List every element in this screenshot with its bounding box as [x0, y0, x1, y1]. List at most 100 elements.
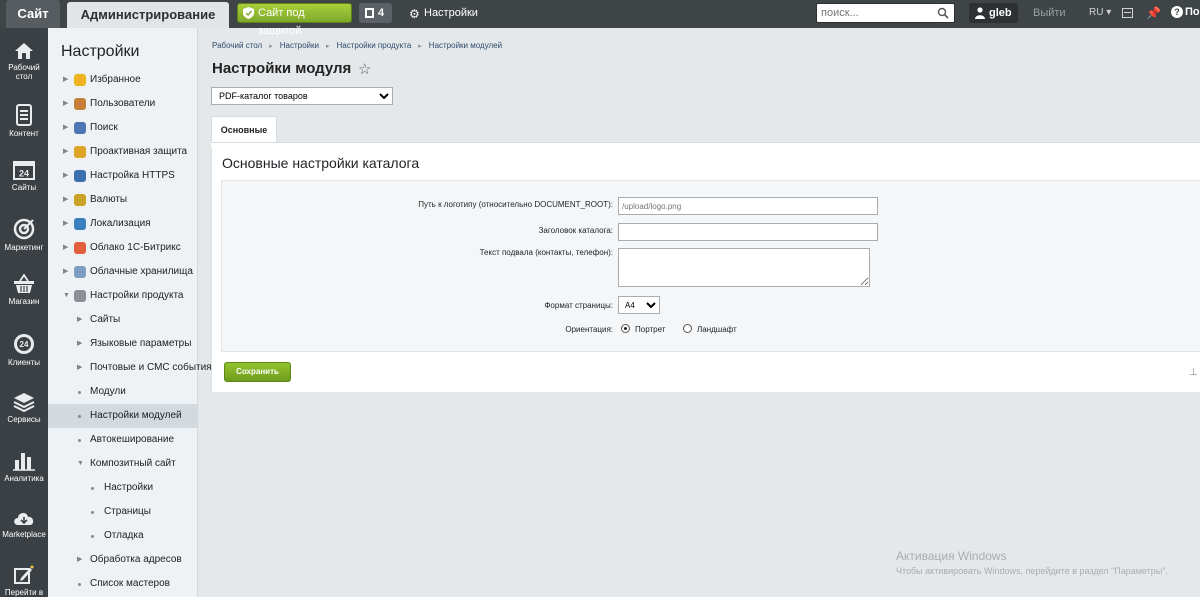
chevron-right-icon[interactable]: ▶	[63, 212, 68, 236]
page-format-select[interactable]: A4	[618, 296, 660, 314]
breadcrumb-item[interactable]: Рабочий стол	[212, 41, 262, 50]
footer-text-input[interactable]	[618, 248, 870, 287]
menu-item[interactable]: ▶ Поиск	[48, 116, 197, 140]
menu-item[interactable]: ▶ Проактивная защита	[48, 140, 197, 164]
rail-item-shop[interactable]: Магазин	[0, 274, 48, 306]
users-icon	[74, 98, 86, 110]
language-selector[interactable]: RU ▾	[1089, 7, 1111, 18]
home-icon	[15, 43, 33, 59]
menu-item[interactable]: ▶ Избранное	[48, 68, 197, 92]
menu-item-label: Валюты	[90, 194, 128, 205]
breadcrumb-item[interactable]: Настройки продукта	[336, 41, 411, 50]
breadcrumb-item[interactable]: Настройки	[280, 41, 319, 50]
shield-icon	[243, 7, 254, 19]
menu-item[interactable]: ▶ Пользователи	[48, 92, 197, 116]
menu-item[interactable]: Страницы	[48, 500, 197, 524]
tab-main[interactable]: Основные	[211, 116, 277, 143]
menu-item-label: Поиск	[90, 122, 118, 133]
rail-item-sites[interactable]: 24 Сайты	[0, 160, 48, 192]
menu-item[interactable]: Модули	[48, 380, 197, 404]
settings-link[interactable]: ⚙ Настройки	[409, 5, 478, 21]
menu-item[interactable]: ▶ Локализация	[48, 212, 197, 236]
chevron-right-icon[interactable]: ▶	[63, 188, 68, 212]
menu-item[interactable]: ▶ Сайты	[48, 308, 197, 332]
chevron-right-icon[interactable]: ▶	[77, 356, 82, 380]
menu-item[interactable]: ▼ Настройки продукта	[48, 284, 197, 308]
breadcrumb-item[interactable]: Настройки модулей	[429, 41, 502, 50]
notifications-button[interactable]: 4	[359, 3, 392, 23]
save-button[interactable]: Сохранить	[224, 362, 291, 382]
site-tab[interactable]: Сайт	[6, 0, 60, 28]
windows-activation-text: Чтобы активировать Windows, перейдите в …	[896, 566, 1168, 576]
rail-item-goto[interactable]: Перейти в	[0, 565, 48, 597]
chevron-down-icon[interactable]: ▼	[77, 452, 84, 476]
chevron-right-icon[interactable]: ▶	[63, 92, 68, 116]
rail-item-marketplace[interactable]: Marketplace	[0, 509, 48, 539]
menu-item[interactable]: Настройки модулей	[48, 404, 197, 428]
search-input[interactable]	[817, 4, 932, 22]
menu-item[interactable]: ▶ Валюты	[48, 188, 197, 212]
admin-tab[interactable]: Администрирование	[67, 2, 229, 28]
menu-item[interactable]: Автокеширование	[48, 428, 197, 452]
logout-link[interactable]: Выйти	[1033, 7, 1066, 19]
chart-icon	[13, 453, 35, 471]
rail-item-desktop[interactable]: Рабочий стол	[0, 42, 48, 81]
chevron-right-icon[interactable]: ▶	[63, 116, 68, 140]
menu-item-label: Почтовые и СМС события	[90, 362, 212, 373]
pin-icon[interactable]: ⊥	[1189, 367, 1198, 378]
chevron-down-icon[interactable]: ▼	[63, 284, 70, 308]
bullet-icon	[91, 487, 94, 490]
catalog-title-input[interactable]	[618, 223, 878, 241]
rail-item-clients[interactable]: 24 Клиенты	[0, 333, 48, 367]
user-button[interactable]: gleb	[969, 3, 1018, 23]
menu-item[interactable]: Отладка	[48, 524, 197, 548]
module-select[interactable]: PDF-каталог товаров	[211, 87, 393, 105]
menu-item[interactable]: Список мастеров	[48, 572, 197, 596]
cloud-icon	[14, 512, 34, 525]
rail-item-marketing[interactable]: Маркетинг	[0, 218, 48, 252]
menu-item[interactable]: ▶ Обработка адресов	[48, 548, 197, 572]
menu-item-label: Облачные хранилища	[90, 266, 193, 277]
logo-path-input[interactable]	[618, 197, 878, 215]
orientation-landscape-label[interactable]: Ландшафт	[697, 325, 737, 334]
rail-item-services[interactable]: Сервисы	[0, 392, 48, 424]
chevron-right-icon[interactable]: ▶	[77, 332, 82, 356]
target-icon	[13, 218, 35, 240]
orientation-portrait-label[interactable]: Портрет	[635, 325, 665, 334]
orientation-portrait-radio[interactable]	[621, 324, 630, 333]
favorite-star-icon[interactable]: ☆	[358, 60, 371, 78]
pin-icon[interactable]: 📌	[1146, 6, 1161, 20]
chevron-right-icon[interactable]: ▶	[63, 68, 68, 92]
chevron-right-icon[interactable]: ▶	[63, 236, 68, 260]
breadcrumb-separator-icon: ▸	[325, 43, 330, 50]
clients-number: 24	[20, 340, 29, 349]
menu-item[interactable]: ▼ Композитный сайт	[48, 452, 197, 476]
menu-item-label: Проактивная защита	[90, 146, 188, 157]
globe-icon	[74, 218, 86, 230]
menu-item[interactable]: Настройки	[48, 476, 197, 500]
site-protected-button[interactable]: Сайт под защитой	[237, 3, 352, 37]
help-button[interactable]: ?Пом	[1171, 6, 1200, 18]
rail-item-content[interactable]: Контент	[0, 104, 48, 138]
search-icon	[74, 122, 86, 134]
menu-item-label: Список мастеров	[90, 578, 170, 589]
rail-item-analytics[interactable]: Аналитика	[0, 451, 48, 483]
chevron-right-icon[interactable]: ▶	[77, 308, 82, 332]
menu-item[interactable]: ▶ Облачные хранилища	[48, 260, 197, 284]
chevron-right-icon[interactable]: ▶	[63, 260, 68, 284]
orientation-landscape-radio[interactable]	[683, 324, 692, 333]
menu-item-label: Пользователи	[90, 98, 156, 109]
rail-label: Аналитика	[4, 474, 44, 483]
layers-icon	[13, 393, 35, 412]
menu-item[interactable]: ▶ Настройка HTTPS	[48, 164, 197, 188]
menu-item[interactable]: ▶ Языковые параметры	[48, 332, 197, 356]
breadcrumb: Рабочий стол ▸ Настройки ▸ Настройки продукт…	[212, 41, 502, 50]
chevron-right-icon[interactable]: ▶	[77, 548, 82, 572]
menu-item[interactable]: ▶ Облако 1С-Битрикс	[48, 236, 197, 260]
chevron-right-icon[interactable]: ▶	[63, 140, 68, 164]
panel-toggle-icon[interactable]	[1122, 8, 1133, 18]
top-bar: Сайт Администрирование Сайт под защитой …	[0, 0, 1200, 37]
search-icon[interactable]	[937, 7, 949, 19]
menu-item[interactable]: ▶ Почтовые и СМС события	[48, 356, 212, 380]
chevron-right-icon[interactable]: ▶	[63, 164, 68, 188]
